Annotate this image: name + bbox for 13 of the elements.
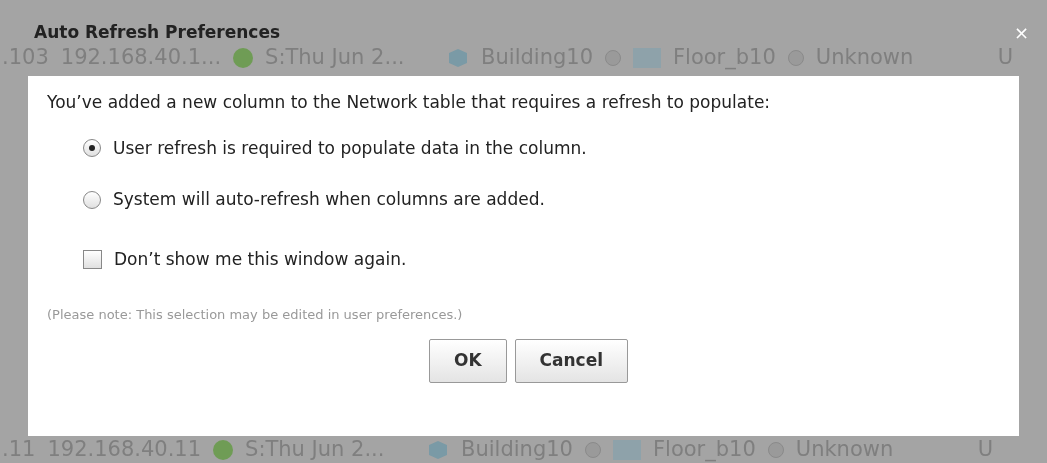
radio-button[interactable]: [83, 190, 101, 209]
cube-icon: [447, 47, 470, 69]
note-text: (Please note: This selection may be edited in user preferences.): [47, 306, 464, 324]
dialog-message: You’ve added a new column to the Network table that requires a refresh to populate:: [47, 91, 772, 114]
radio-label: User refresh is required to populate data in the column.: [113, 136, 587, 160]
checkbox[interactable]: [83, 249, 102, 269]
dialog-button[interactable]: OK: [428, 338, 507, 383]
dialog-button[interactable]: Cancel: [514, 338, 629, 383]
cube-icon: [427, 439, 450, 461]
radio-label: System will auto-refresh when columns are added.: [113, 188, 545, 211]
checkbox-label: Don’t show me this window again.: [114, 247, 407, 271]
dialog-title: Auto Refresh Preferences: [34, 21, 281, 45]
radio-button[interactable]: [83, 139, 101, 158]
